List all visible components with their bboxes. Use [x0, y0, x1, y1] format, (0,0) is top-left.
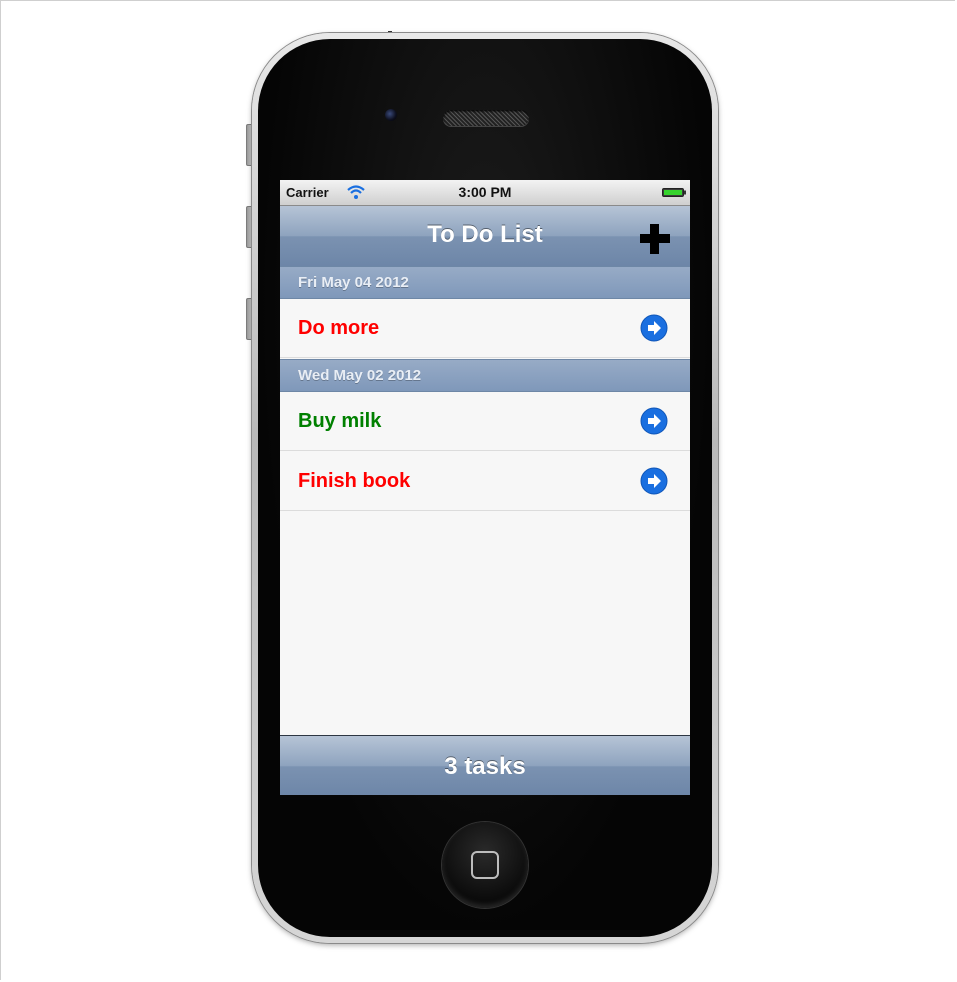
section-header: Wed May 02 2012 — [280, 359, 690, 392]
section-header-label: Wed May 02 2012 — [298, 367, 422, 384]
chevron-right-circle-icon[interactable] — [640, 314, 668, 342]
home-square-icon — [471, 851, 499, 879]
front-camera — [385, 109, 397, 121]
earpiece-speaker — [443, 110, 529, 126]
home-button[interactable] — [442, 822, 528, 908]
bottom-toolbar: 3 tasks — [280, 735, 690, 795]
task-label: Do more — [298, 317, 380, 339]
navigation-bar: To Do List — [280, 206, 690, 267]
app-screen: Carrier 3:00 PM To Do List Fri May 04 20… — [280, 180, 690, 795]
task-label: Buy milk — [298, 410, 382, 432]
task-label: Finish book — [298, 470, 411, 492]
list-item[interactable]: Buy milk — [280, 392, 690, 451]
section-header-label: Fri May 04 2012 — [298, 274, 409, 291]
page-title: To Do List — [427, 221, 543, 248]
chevron-right-circle-icon[interactable] — [640, 467, 668, 495]
list-item[interactable]: Do more — [280, 299, 690, 358]
battery-icon — [662, 188, 686, 197]
status-time: 3:00 PM — [458, 184, 512, 200]
task-count: 3 tasks — [444, 753, 526, 780]
chevron-right-circle-icon[interactable] — [640, 407, 668, 435]
list-item[interactable]: Finish book — [280, 452, 690, 511]
plus-icon[interactable] — [640, 224, 670, 254]
section-header: Fri May 04 2012 — [280, 266, 690, 299]
plus-icon-vertical — [650, 224, 659, 254]
status-bar: Carrier 3:00 PM — [280, 180, 690, 206]
